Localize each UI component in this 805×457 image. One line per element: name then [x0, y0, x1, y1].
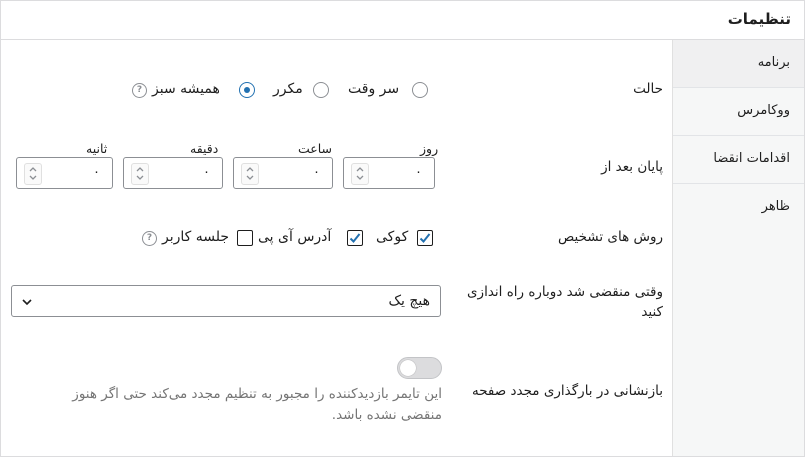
description-line: این تایمر بازدیدکننده را مجبور به تنظیم …: [72, 386, 442, 402]
ip-address-label: آدرس آی پی: [258, 229, 332, 245]
detection-label: روش های تشخیص: [557, 229, 663, 245]
cookie-label: کوکی: [376, 229, 409, 245]
mode-radio-recurring[interactable]: [313, 82, 329, 98]
cookie-checkbox[interactable]: [417, 230, 433, 246]
seconds-value: ۰: [93, 165, 100, 180]
minutes-stepper[interactable]: [131, 163, 149, 185]
sidebar-item-label: ظاهر: [761, 199, 790, 214]
sidebar-item-label: برنامه: [757, 55, 790, 70]
end-after-label: پایان بعد از: [601, 159, 663, 175]
seconds-input[interactable]: ۰: [16, 157, 113, 189]
restart-select[interactable]: هیچ یک: [11, 285, 441, 317]
checkmark-icon: [419, 232, 430, 243]
days-input[interactable]: ۰: [343, 157, 435, 189]
sidebar-item-program[interactable]: برنامه: [673, 40, 804, 88]
settings-header: تنظیمات: [1, 1, 804, 40]
days-stepper[interactable]: [351, 163, 369, 185]
page-title: تنظیمات: [727, 10, 791, 28]
minutes-value: ۰: [203, 165, 210, 180]
mode-option-label: مکرر: [273, 81, 303, 97]
days-label: روز: [420, 141, 439, 156]
help-icon[interactable]: ?: [142, 231, 157, 246]
hours-value: ۰: [313, 165, 320, 180]
checkmark-icon: [349, 232, 360, 243]
restart-select-value: هیچ یک: [388, 293, 430, 309]
seconds-label: ثانیه: [86, 141, 108, 156]
ip-address-checkbox[interactable]: [347, 230, 363, 246]
hours-stepper[interactable]: [241, 163, 259, 185]
sidebar-item-label: اقدامات انقضا: [713, 151, 790, 166]
chevron-down-icon[interactable]: [135, 173, 145, 183]
reload-reset-toggle[interactable]: [397, 357, 442, 379]
mode-radio-evergreen[interactable]: [239, 82, 255, 98]
settings-sidebar: برنامه ووکامرس اقدامات انقضا ظاهر: [672, 40, 804, 456]
seconds-stepper[interactable]: [24, 163, 42, 185]
chevron-down-icon[interactable]: [355, 173, 365, 183]
help-icon[interactable]: ?: [132, 83, 147, 98]
reload-reset-description: این تایمر بازدیدکننده را مجبور به تنظیم …: [42, 384, 442, 426]
toggle-knob: [400, 360, 416, 376]
sidebar-item-expiry-actions[interactable]: اقدامات انقضا: [673, 136, 804, 184]
chevron-down-icon[interactable]: [28, 173, 38, 183]
restart-label-line1: وقتی منقضی شد دوباره راه اندازی: [466, 284, 663, 300]
mode-radio-on-time[interactable]: [412, 82, 428, 98]
restart-label-line2: کنید: [641, 304, 663, 320]
hours-label: ساعت: [298, 141, 333, 156]
mode-label: حالت: [633, 81, 663, 97]
sidebar-item-label: ووکامرس: [737, 103, 790, 118]
chevron-down-icon[interactable]: [245, 173, 255, 183]
description-line: منقضی نشده باشد.: [331, 407, 442, 423]
sidebar-item-woocommerce[interactable]: ووکامرس: [673, 88, 804, 136]
hours-input[interactable]: ۰: [233, 157, 333, 189]
chevron-down-icon: [22, 299, 32, 306]
mode-option-label: سر وقت: [348, 81, 400, 97]
user-session-label: جلسه کاربر: [162, 229, 230, 245]
user-session-checkbox[interactable]: [237, 230, 253, 246]
mode-option-label: همیشه سبز: [152, 81, 220, 97]
minutes-label: دقیقه: [190, 141, 219, 156]
minutes-input[interactable]: ۰: [123, 157, 223, 189]
days-value: ۰: [415, 165, 422, 180]
reload-reset-label: بازنشانی در بارگذاری مجدد صفحه: [471, 383, 663, 399]
sidebar-item-appearance[interactable]: ظاهر: [673, 184, 804, 232]
